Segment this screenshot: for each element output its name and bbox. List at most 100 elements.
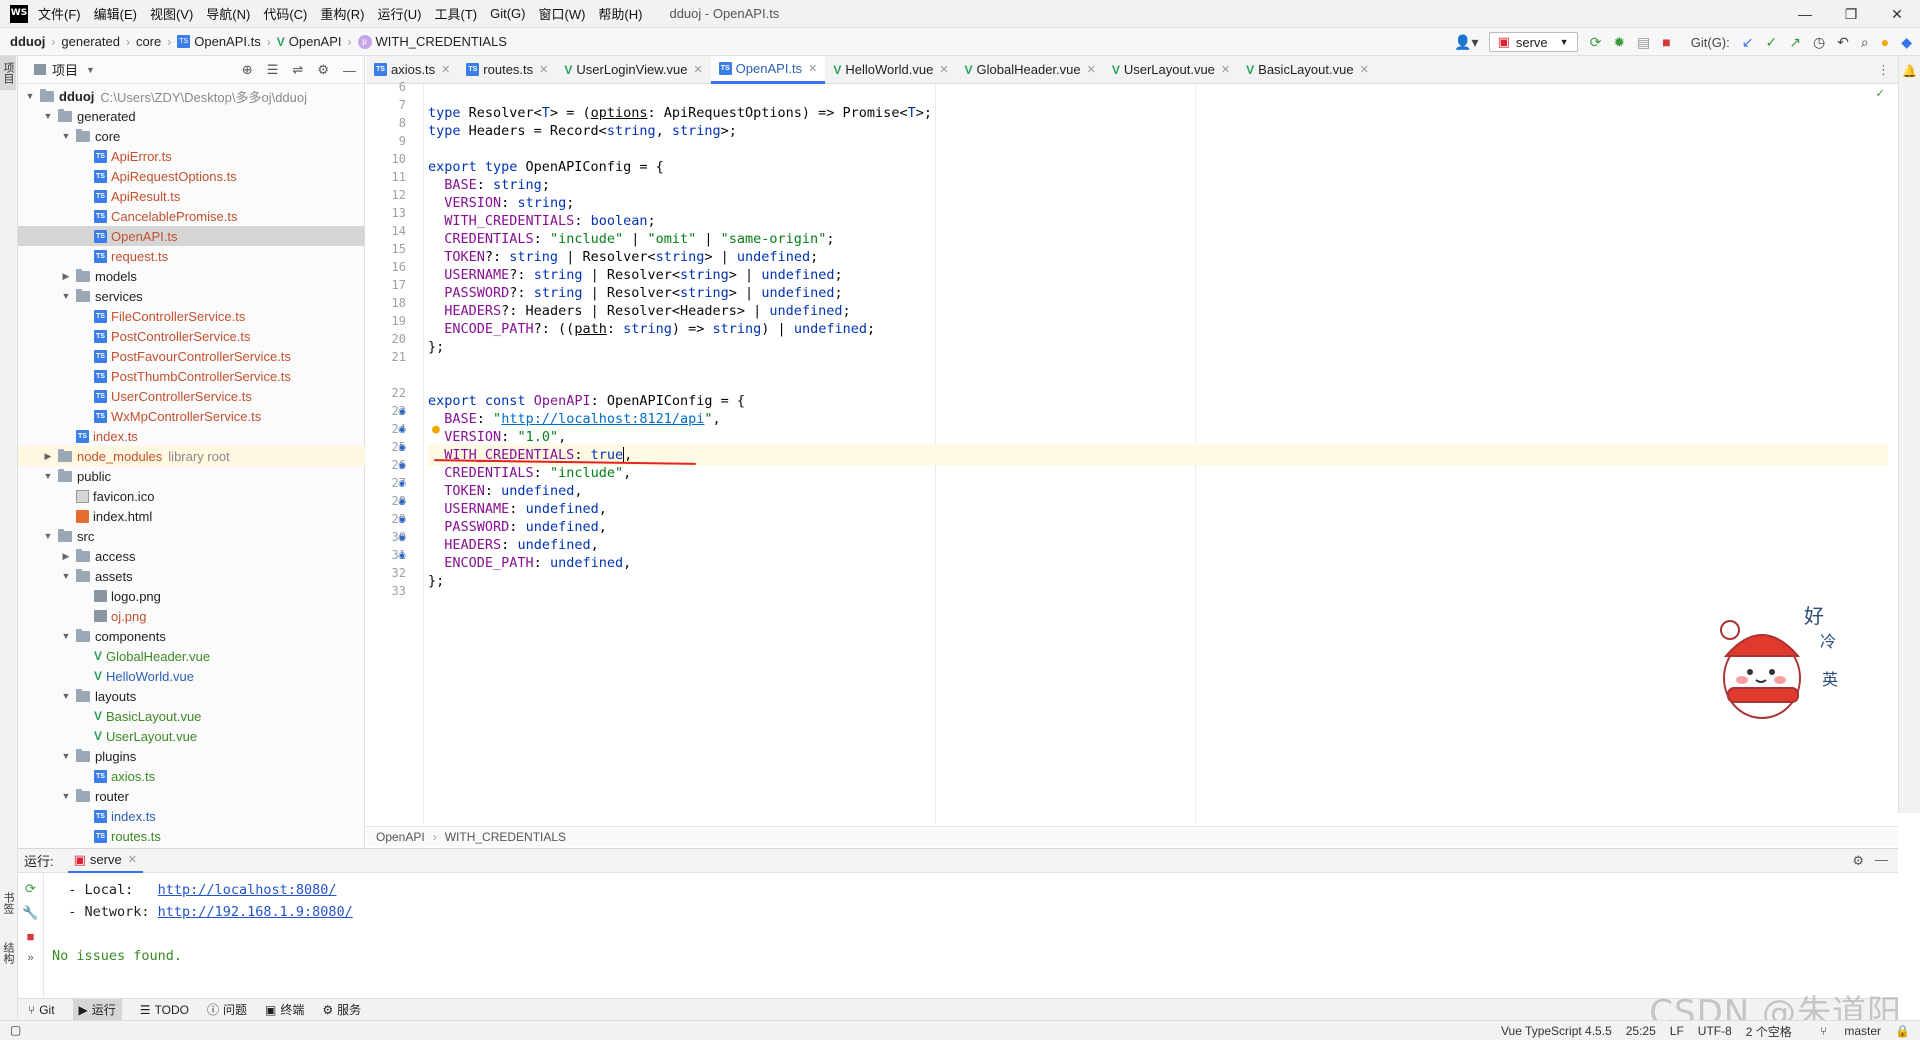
stop-icon[interactable]: ■: [1662, 34, 1670, 50]
minimize-button[interactable]: —: [1782, 0, 1828, 28]
menu-item[interactable]: 工具(T): [434, 4, 477, 23]
tree-folder[interactable]: ▼ assets: [18, 566, 365, 586]
menu-item[interactable]: 运行(U): [377, 4, 421, 23]
bookmarks-tool-button[interactable]: 书签: [0, 886, 16, 920]
menu-item[interactable]: 视图(V): [150, 4, 193, 23]
tree-folder[interactable]: ▶ node_modules library root: [18, 446, 365, 466]
close-icon[interactable]: ✕: [939, 63, 948, 76]
tree-file[interactable]: V HelloWorld.vue: [18, 666, 365, 686]
no-problems-check-icon[interactable]: ✓: [1876, 86, 1884, 101]
user-icon[interactable]: 👤▾: [1454, 34, 1478, 51]
menu-item[interactable]: 窗口(W): [538, 4, 585, 23]
chevron-down-icon[interactable]: ▼: [86, 65, 95, 75]
tree-folder[interactable]: ▼ router: [18, 786, 365, 806]
lock-icon[interactable]: 🔒: [1895, 1024, 1910, 1038]
tree-folder[interactable]: ▼ plugins: [18, 746, 365, 766]
hide-icon[interactable]: —: [343, 63, 356, 78]
tree-folder[interactable]: ▼ components: [18, 626, 365, 646]
tree-file[interactable]: V UserLayout.vue: [18, 726, 365, 746]
search-icon[interactable]: ⌕: [1861, 34, 1869, 51]
ide-logo-icon[interactable]: ◆: [1901, 34, 1912, 51]
tree-file[interactable]: TS UserControllerService.ts: [18, 386, 365, 406]
close-icon[interactable]: ✕: [1087, 63, 1096, 76]
project-panel-title[interactable]: 项目: [52, 60, 78, 79]
more-icon[interactable]: »: [18, 952, 43, 964]
stop-icon[interactable]: ■: [18, 929, 43, 944]
hide-icon[interactable]: —: [1875, 852, 1888, 867]
tree-folder[interactable]: ▼ src: [18, 526, 365, 546]
breadcrumb-core[interactable]: core: [136, 34, 161, 49]
editor-tab[interactable]: TS OpenAPI.ts ✕: [710, 55, 826, 84]
network-url-link[interactable]: http://192.168.1.9:8080/: [158, 904, 353, 920]
run-configuration-select[interactable]: ▣ serve ▼: [1488, 32, 1578, 52]
chevron-right-icon[interactable]: ▶: [60, 271, 72, 282]
tree-folder[interactable]: ▼ core: [18, 126, 365, 146]
menu-item[interactable]: 代码(C): [263, 4, 307, 23]
implements-gutter-icon[interactable]: ◉: [396, 459, 408, 471]
update-icon[interactable]: ●: [1881, 34, 1889, 50]
close-icon[interactable]: ✕: [693, 63, 702, 76]
tree-file[interactable]: TS ApiError.ts: [18, 146, 365, 166]
tree-folder[interactable]: ▼ services: [18, 286, 365, 306]
intention-bulb-icon[interactable]: ●: [432, 422, 440, 437]
services-tool-button[interactable]: ⚙ 服务: [322, 1001, 361, 1018]
editor-tab[interactable]: V UserLoginView.vue ✕: [556, 56, 710, 84]
chevron-down-icon[interactable]: ▼: [60, 571, 72, 581]
tree-file[interactable]: V BasicLayout.vue: [18, 706, 365, 726]
tree-folder[interactable]: ▼ public: [18, 466, 365, 486]
close-button[interactable]: ✕: [1874, 0, 1920, 28]
chevron-down-icon[interactable]: ▼: [24, 91, 36, 101]
history-icon[interactable]: ◷: [1813, 34, 1825, 51]
tree-file[interactable]: TS PostThumbControllerService.ts: [18, 366, 365, 386]
close-icon[interactable]: ✕: [539, 63, 548, 76]
coverage-icon[interactable]: ▤: [1637, 34, 1650, 51]
status-indent[interactable]: 2 个空格: [1746, 1023, 1792, 1040]
collapse-all-icon[interactable]: ⇌: [292, 62, 303, 78]
run-tool-button[interactable]: ▶ 运行: [72, 998, 122, 1021]
breadcrumb-generated[interactable]: generated: [61, 34, 120, 49]
local-url-link[interactable]: http://localhost:8080/: [158, 882, 337, 898]
tree-file[interactable]: V GlobalHeader.vue: [18, 646, 365, 666]
rerun-icon[interactable]: ⟳: [18, 881, 43, 897]
code-editor[interactable]: 6 7 8 9 10 11 12 13 14 15 16 17 18 19 20 21 22 23 ◉ 24 ◉ 25 ◉ 2…: [366, 80, 1898, 846]
status-line-ending[interactable]: LF: [1670, 1024, 1684, 1038]
tree-folder[interactable]: ▼ generated: [18, 106, 365, 126]
implements-gutter-icon[interactable]: ◉: [396, 513, 408, 525]
close-icon[interactable]: ✕: [808, 62, 817, 75]
breadcrumb-file[interactable]: OpenAPI.ts: [194, 34, 260, 49]
implements-gutter-icon[interactable]: ◉: [396, 423, 408, 435]
tree-folder[interactable]: ▶ models: [18, 266, 365, 286]
tree-file[interactable]: TS index.ts: [18, 426, 365, 446]
chevron-right-icon[interactable]: ▶: [42, 451, 54, 462]
status-language[interactable]: Vue TypeScript 4.5.5: [1501, 1024, 1612, 1038]
tree-folder[interactable]: ▼ layouts: [18, 686, 365, 706]
breadcrumb-symbol[interactable]: OpenAPI: [376, 830, 425, 844]
run-tab-serve[interactable]: ▣ serve ✕: [67, 849, 143, 873]
close-icon[interactable]: ✕: [128, 853, 137, 866]
todo-tool-button[interactable]: ☰ TODO: [140, 1003, 189, 1017]
chevron-down-icon[interactable]: ▼: [42, 471, 54, 481]
menu-item[interactable]: 帮助(H): [598, 4, 642, 23]
project-tool-button[interactable]: 项目: [0, 56, 16, 90]
implements-gutter-icon[interactable]: ◉: [396, 531, 408, 543]
menu-item[interactable]: Git(G): [490, 6, 525, 21]
close-icon[interactable]: ✕: [1360, 63, 1369, 76]
breadcrumb-project[interactable]: dduoj: [10, 34, 45, 49]
locate-icon[interactable]: ⊕: [242, 62, 253, 78]
structure-tool-button[interactable]: 结构: [0, 936, 16, 970]
tree-folder[interactable]: ▶ access: [18, 546, 365, 566]
tree-file[interactable]: TS axios.ts: [18, 766, 365, 786]
tree-file[interactable]: logo.png: [18, 586, 365, 606]
tree-file[interactable]: TS OpenAPI.ts: [18, 226, 365, 246]
editor-tab[interactable]: V UserLayout.vue ✕: [1104, 56, 1238, 84]
code-area[interactable]: type Resolver<T> = (options: ApiRequestO…: [428, 84, 1888, 824]
layout-icon[interactable]: ▢: [10, 1023, 21, 1037]
wrench-icon[interactable]: 🔧: [18, 905, 43, 921]
tree-file[interactable]: TS ApiRequestOptions.ts: [18, 166, 365, 186]
editor-tab[interactable]: V BasicLayout.vue ✕: [1238, 56, 1377, 84]
tree-file[interactable]: TS PostControllerService.ts: [18, 326, 365, 346]
tree-file[interactable]: TS CancelablePromise.ts: [18, 206, 365, 226]
chevron-down-icon[interactable]: ▼: [42, 111, 54, 121]
terminal-tool-button[interactable]: ▣ 终端: [265, 1001, 304, 1018]
implements-gutter-icon[interactable]: ◉: [396, 549, 408, 561]
